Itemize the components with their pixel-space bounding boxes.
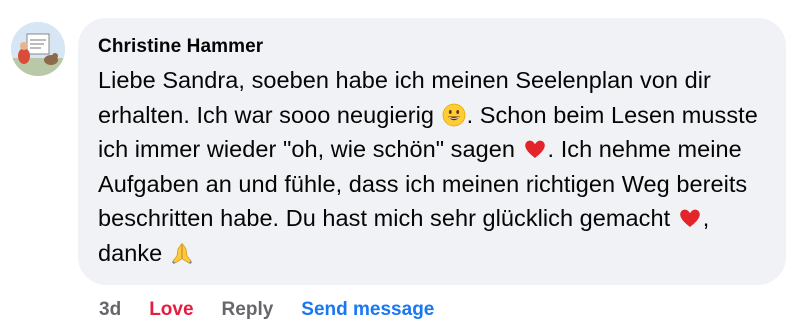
folded-hands-emoji-icon: [170, 241, 194, 265]
reply-button[interactable]: Reply: [222, 299, 274, 321]
grinning-face-emoji-icon: [442, 103, 466, 127]
red-heart-emoji-icon: [678, 206, 702, 230]
author-name[interactable]: Christine Hammer: [98, 35, 766, 59]
love-reaction-button[interactable]: Love: [149, 299, 193, 321]
send-message-button[interactable]: Send message: [301, 299, 434, 321]
timestamp[interactable]: 3d: [99, 299, 121, 321]
avatar[interactable]: [11, 22, 65, 76]
red-heart-emoji-icon: [523, 137, 547, 161]
comment-bubble: Christine Hammer Liebe Sandra, soeben ha…: [78, 18, 786, 285]
avatar-illustration: [11, 22, 65, 76]
comment: Christine Hammer Liebe Sandra, soeben ha…: [0, 0, 800, 331]
comment-text: Liebe Sandra, soeben habe ich meinen See…: [98, 63, 766, 270]
comment-actions: 3d Love Reply Send message: [99, 298, 462, 322]
